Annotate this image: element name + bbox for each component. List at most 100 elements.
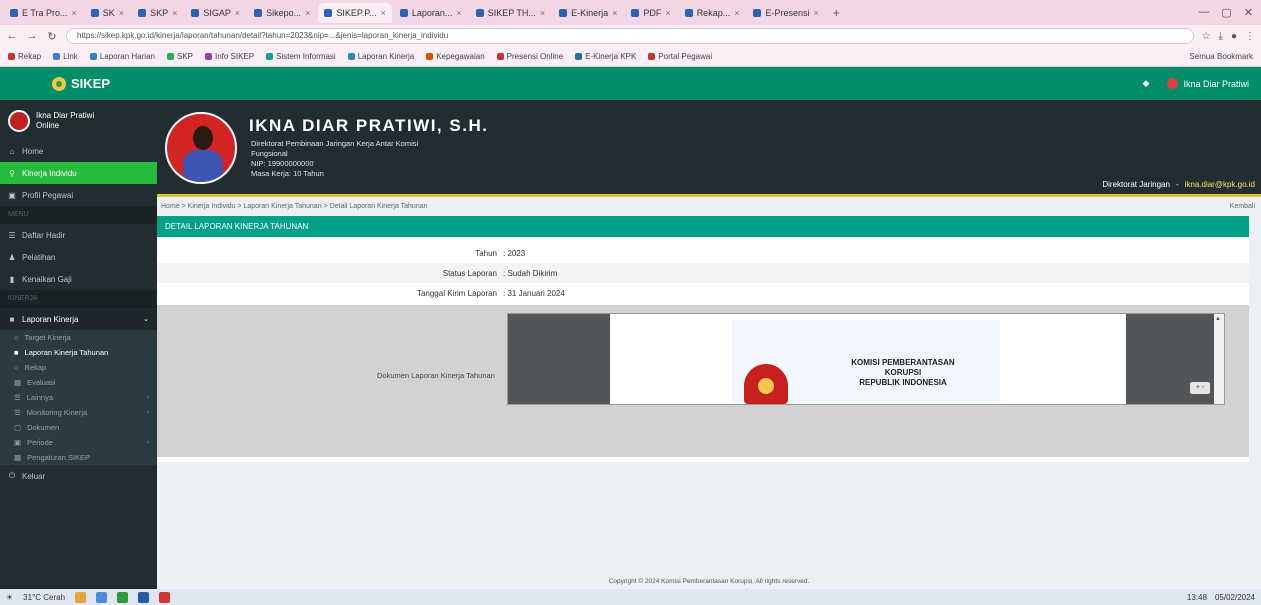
breadcrumb-text[interactable]: Home > Kinerja Individu > Laporan Kinerj… bbox=[161, 203, 428, 210]
pdf-app-icon[interactable] bbox=[159, 591, 171, 603]
sidebar-subitem[interactable]: ☰ Lainnya ‹ bbox=[0, 390, 157, 405]
browser-tab[interactable]: SK × bbox=[84, 2, 131, 23]
bookmark-item[interactable]: E-Kinerja KPK bbox=[575, 52, 636, 61]
tab-close-icon[interactable]: × bbox=[235, 8, 240, 18]
tab-close-icon[interactable]: × bbox=[172, 8, 177, 18]
pdf-scrollbar[interactable]: ▲ bbox=[1214, 314, 1224, 404]
tab-close-icon[interactable]: × bbox=[119, 8, 124, 18]
sidebar-subitem[interactable]: ○ Target Kinerja bbox=[0, 330, 157, 345]
bookmark-icon bbox=[8, 53, 15, 60]
browser-tab[interactable]: E Tra Pro... × bbox=[4, 2, 83, 23]
browser-tab[interactable]: SIKEP TH... × bbox=[469, 2, 552, 23]
clock-time[interactable]: 13:48 bbox=[1187, 593, 1207, 602]
file-explorer-icon[interactable] bbox=[75, 591, 87, 603]
bookmark-item[interactable]: Presensi Online bbox=[496, 52, 563, 61]
sidebar-item[interactable]: ☰ Daftar Hadir bbox=[0, 224, 157, 246]
back-link[interactable]: Kembali bbox=[1230, 203, 1255, 210]
browser-tab[interactable]: PDF × bbox=[625, 2, 677, 23]
bookmark-item[interactable]: Link bbox=[53, 52, 78, 61]
tab-close-icon[interactable]: × bbox=[72, 8, 77, 18]
bookmark-item[interactable]: Kepegawaian bbox=[426, 52, 485, 61]
clock-date[interactable]: 05/02/2024 bbox=[1215, 593, 1255, 602]
field-label: Tanggal Kirim Laporan bbox=[416, 288, 497, 298]
tab-close-icon[interactable]: × bbox=[456, 8, 461, 18]
tab-label: Sikepo... bbox=[266, 7, 302, 18]
browser-tab[interactable]: Rekap... × bbox=[678, 2, 746, 23]
browser-tab[interactable]: Sikepo... × bbox=[248, 2, 317, 23]
browser-tab[interactable]: SKP × bbox=[132, 2, 184, 23]
bookmark-label: Kepegawaian bbox=[436, 52, 485, 61]
sidebar-section-menu: MENU bbox=[0, 206, 157, 224]
tab-close-icon[interactable]: × bbox=[665, 8, 670, 18]
logout-icon: ⏻ bbox=[8, 471, 16, 480]
sidebar-item[interactable]: ⚲ Kinerja Individu bbox=[0, 162, 157, 184]
tab-close-icon[interactable]: × bbox=[734, 8, 739, 18]
browser-tab[interactable]: E-Presensi × bbox=[747, 2, 825, 23]
browser-tab[interactable]: SIKEP.P... × bbox=[318, 2, 392, 23]
pdf-zoom-control[interactable]: + - bbox=[1190, 382, 1210, 394]
tab-close-icon[interactable]: × bbox=[540, 8, 545, 18]
notification-icon[interactable]: ◆ bbox=[1143, 78, 1150, 89]
bookmark-item[interactable]: SKP bbox=[166, 52, 193, 61]
browser-tab[interactable]: SIGAP × bbox=[185, 2, 247, 23]
browser-tab[interactable]: Laporan... × bbox=[393, 2, 468, 23]
sidebar-item[interactable]: ⌂ Home bbox=[0, 140, 157, 162]
all-bookmarks-link[interactable]: Semua Bookmark bbox=[1189, 52, 1253, 61]
bookmark-item[interactable]: Rekap bbox=[8, 52, 41, 61]
bookmark-star-icon[interactable]: ☆ bbox=[1202, 31, 1211, 42]
pdf-heading-line: KORUPSI bbox=[884, 368, 922, 377]
sidebar-item[interactable]: ▮ Kenaikan Gaji bbox=[0, 268, 157, 290]
bookmark-item[interactable]: Portal Pegawai bbox=[648, 52, 712, 61]
excel-icon[interactable] bbox=[117, 591, 129, 603]
maximize-icon[interactable]: ▢ bbox=[1221, 6, 1231, 19]
bookmark-item[interactable]: Info SIKEP bbox=[204, 52, 254, 61]
bookmark-item[interactable]: Laporan Kinerja bbox=[347, 52, 414, 61]
close-icon[interactable]: ✕ bbox=[1244, 6, 1253, 19]
search-icon: ⚲ bbox=[9, 168, 15, 178]
sidebar-item-logout[interactable]: ⏻ Keluar bbox=[0, 465, 157, 487]
sidebar-item-laporan-kinerja[interactable]: ■ Laporan Kinerja ⌄ bbox=[0, 308, 157, 330]
sidebar-section-kinerja: KINERJA bbox=[0, 290, 157, 308]
tab-favicon-icon bbox=[753, 8, 762, 17]
profile-icon[interactable]: ● bbox=[1231, 31, 1237, 42]
sidebar-subitem[interactable]: ▣ Periode ‹ bbox=[0, 435, 157, 450]
bookmark-item[interactable]: Sistem Informasi bbox=[266, 52, 336, 61]
bookmark-icon bbox=[89, 53, 97, 60]
tab-close-icon[interactable]: × bbox=[305, 8, 310, 18]
forward-icon[interactable]: → bbox=[26, 30, 38, 42]
sidebar-item-label: Kinerja Individu bbox=[22, 168, 77, 178]
form-row-tahun: Tahun : 2023 bbox=[157, 243, 1249, 263]
profile-email-link[interactable]: ikna.diar@kpk.go.id bbox=[1185, 180, 1255, 189]
header-user-menu[interactable]: Ikna Diar Pratiwi bbox=[1167, 78, 1249, 89]
bookmark-item[interactable]: Laporan Harian bbox=[89, 52, 155, 61]
sidebar-item-label: Periode bbox=[27, 438, 53, 447]
sidebar-subitem[interactable]: ☰ Monitoring Kinerja ‹ bbox=[0, 405, 157, 420]
back-icon[interactable]: ← bbox=[6, 30, 18, 42]
browser-tab[interactable]: E-Kinerja × bbox=[553, 2, 624, 23]
weather-text[interactable]: 31°C Cerah bbox=[23, 593, 65, 602]
sidebar-item[interactable]: ▣ Profil Pegawai bbox=[0, 184, 157, 206]
reload-icon[interactable]: ↻ bbox=[46, 30, 58, 43]
sidebar-subitem[interactable]: ▦ Evaluasi bbox=[0, 375, 157, 390]
pdf-viewer[interactable]: KOMISI PEMBERANTASAN KORUPSI REPUBLIK IN… bbox=[507, 313, 1225, 405]
new-tab-button[interactable]: + bbox=[827, 6, 846, 20]
menu-icon[interactable]: ⋮ bbox=[1245, 31, 1255, 42]
sidebar-subitem[interactable]: ■ Laporan Kinerja Tahunan bbox=[0, 345, 157, 360]
weather-icon: ☀ bbox=[6, 592, 14, 602]
scroll-up-icon[interactable]: ▲ bbox=[1215, 316, 1221, 322]
app-logo[interactable]: SIKEP bbox=[52, 76, 110, 91]
sidebar-subitem[interactable]: ▢ Dokumen bbox=[0, 420, 157, 435]
download-icon[interactable]: ⤓ bbox=[1219, 31, 1223, 42]
tab-close-icon[interactable]: × bbox=[381, 8, 386, 18]
url-field[interactable]: https://sikep.kpk.go.id/kinerja/laporan/… bbox=[66, 28, 1194, 44]
bookmark-icon bbox=[204, 53, 212, 60]
tab-close-icon[interactable]: × bbox=[814, 8, 819, 18]
browser-icon[interactable] bbox=[96, 591, 108, 603]
sidebar-subitem[interactable]: ▦ Pengaturan SIKEP bbox=[0, 450, 157, 465]
sidebar-subitem[interactable]: ○ Rekap bbox=[0, 360, 157, 375]
sidebar-item[interactable]: ♟ Pelatihan bbox=[0, 246, 157, 268]
minimize-icon[interactable]: — bbox=[1198, 6, 1209, 19]
tab-favicon-icon bbox=[254, 8, 263, 17]
word-icon[interactable] bbox=[138, 591, 150, 603]
tab-close-icon[interactable]: × bbox=[612, 8, 617, 18]
